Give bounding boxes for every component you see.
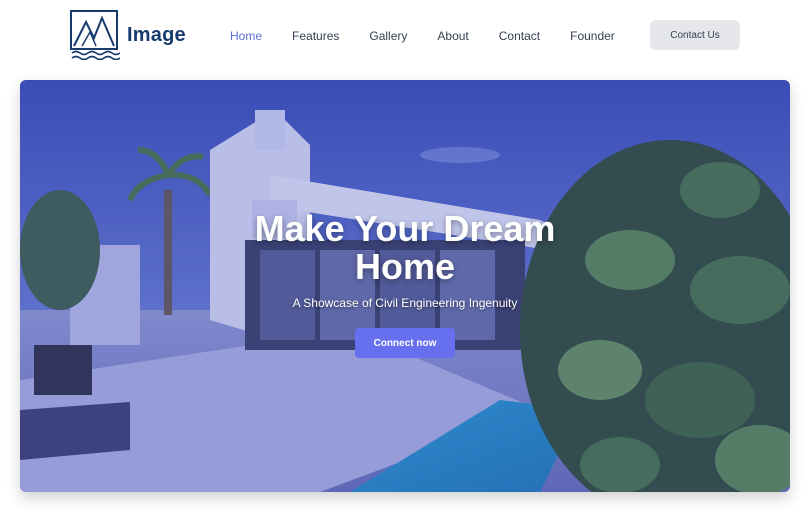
nav-founder[interactable]: Founder: [570, 28, 615, 44]
nav-home[interactable]: Home: [230, 28, 262, 44]
site-header: Image Home Features Gallery About Contac…: [0, 0, 808, 72]
hero-section: Make Your Dream Home A Showcase of Civil…: [20, 80, 790, 492]
hero-content: Make Your Dream Home A Showcase of Civil…: [20, 210, 790, 358]
brand-logo[interactable]: Image: [70, 10, 186, 60]
nav-about[interactable]: About: [437, 28, 468, 44]
mountain-logo-icon: [70, 10, 120, 60]
brand-name: Image: [127, 23, 186, 46]
contact-us-button[interactable]: Contact Us: [650, 20, 740, 50]
hero-title: Make Your Dream Home: [254, 208, 556, 287]
connect-now-button[interactable]: Connect now: [355, 328, 455, 358]
main-nav: Home Features Gallery About Contact Foun…: [230, 28, 645, 44]
hero-subtitle: A Showcase of Civil Engineering Ingenuit…: [292, 296, 518, 310]
nav-contact[interactable]: Contact: [499, 28, 540, 44]
nav-gallery[interactable]: Gallery: [369, 28, 407, 44]
nav-features[interactable]: Features: [292, 28, 339, 44]
